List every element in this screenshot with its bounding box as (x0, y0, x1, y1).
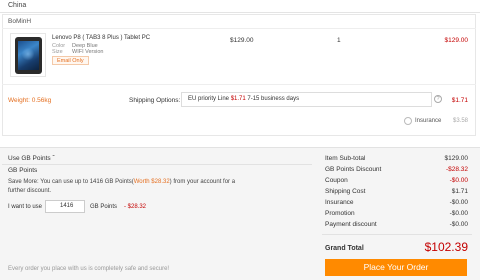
question-circle-icon[interactable]: ? (434, 95, 442, 103)
grand-total-label: Grand Total (325, 245, 364, 252)
summary-row: Insurance -$0.00 (325, 199, 468, 206)
want-to-use-label: I want to use (8, 204, 43, 210)
place-order-button[interactable]: Place Your Order (325, 259, 467, 276)
insurance-cost: $3.58 (452, 118, 468, 124)
gb-points-title: GB Points (8, 167, 38, 174)
divider (0, 12, 480, 13)
divider (322, 234, 472, 235)
unit-price: $129.00 (230, 37, 254, 44)
chevron-down-icon: ˇ (52, 155, 55, 162)
shipping-method-select[interactable]: EU priority Line $1.71 7-15 business day… (181, 92, 432, 107)
gb-points-unit: GB Points (90, 204, 118, 210)
shipping-method-name: EU priority Line (188, 96, 230, 102)
gb-points-worth: Worth $28.32 (133, 179, 170, 185)
gb-points-description: Save More: You can use up to 1416 GB Poi… (8, 179, 236, 194)
product-name[interactable]: Lenovo P8 ( TAB3 8 Plus ) Tablet PC (52, 35, 150, 41)
size-value: WIFI Version (72, 49, 104, 55)
use-gb-points-label: Use GB Points (8, 155, 51, 162)
gb-points-discount: - $28.32 (124, 204, 147, 210)
shipping-method-time: 7-15 business days (247, 96, 300, 102)
tablet-image (15, 37, 42, 74)
summary-row: Item Sub-total $129.00 (325, 155, 468, 162)
seller-name: BoMinH (8, 18, 32, 25)
quantity: 1 (337, 37, 341, 44)
shipping-options-label: Shipping Options: (129, 97, 181, 104)
gb-points-input[interactable]: 1416 (45, 200, 85, 213)
shipping-country: China (8, 2, 27, 9)
summary-row: Coupon -$0.00 (325, 177, 468, 184)
insurance-checkbox[interactable] (404, 117, 412, 125)
summary-row: GB Points Discount -$28.32 (325, 166, 468, 173)
divider (2, 28, 476, 29)
divider (2, 164, 312, 165)
divider (2, 84, 476, 85)
insurance-label: Insurance (415, 118, 442, 124)
product-thumbnail[interactable] (10, 33, 46, 77)
grand-total-value: $102.39 (424, 240, 468, 254)
size-label: Size (52, 49, 63, 55)
shipping-cost: $1.71 (451, 97, 468, 104)
email-only-badge: Email Only (52, 56, 89, 65)
item-subtotal: $129.00 (444, 37, 469, 44)
summary-row: Payment discount -$0.00 (325, 221, 468, 228)
secure-notice: Every order you place with us is complet… (8, 266, 170, 272)
package-weight: Weight: 0.56kg (8, 97, 52, 104)
summary-row: Promotion -$0.00 (325, 210, 468, 217)
shipping-method-price: $1.71 (230, 96, 246, 102)
use-gb-points-toggle[interactable]: Use GB Points ˇ (8, 155, 55, 162)
summary-row: Shipping Cost $1.71 (325, 188, 468, 195)
